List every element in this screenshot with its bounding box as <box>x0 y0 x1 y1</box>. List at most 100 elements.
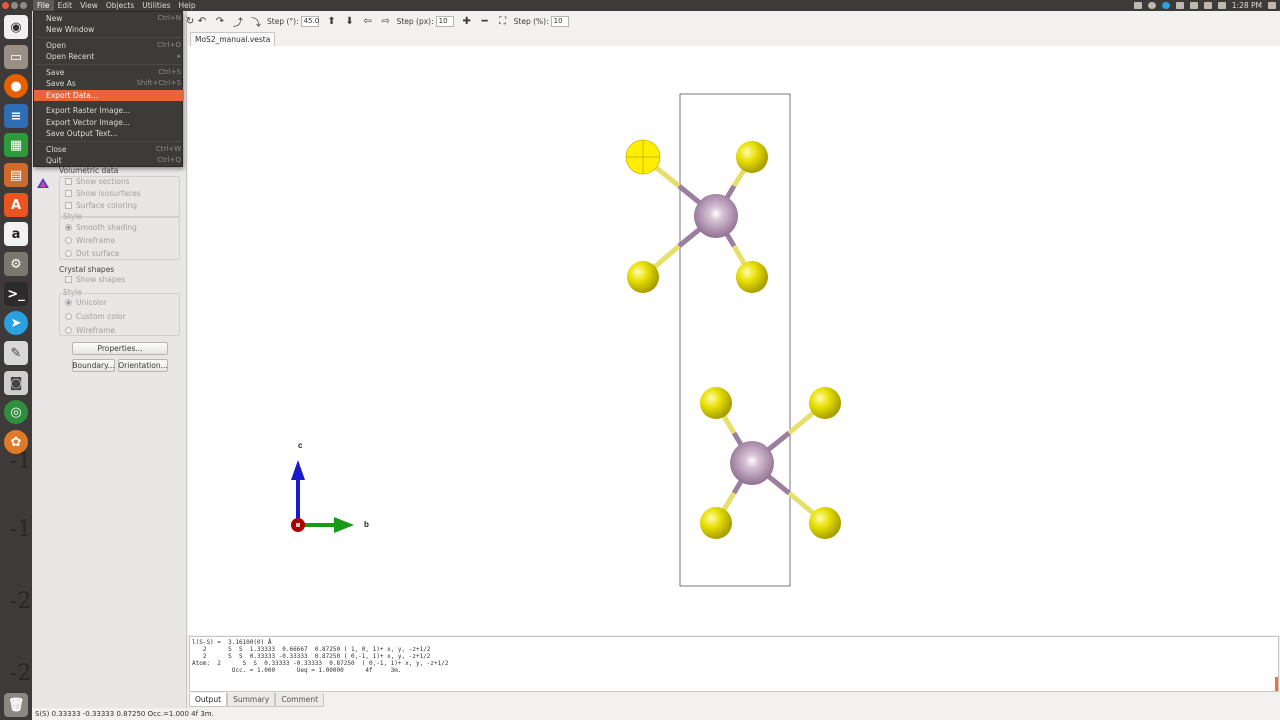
status-bar: S(S) 0.33333 -0.33333 0.87250 Occ.=1.000… <box>32 709 1280 720</box>
document-tab[interactable]: MoS2_manual.vesta <box>190 32 276 46</box>
text-editor-icon[interactable]: ✎ <box>4 341 28 365</box>
terminal-icon[interactable]: >_ <box>4 282 28 306</box>
sulfur-atom[interactable] <box>736 261 768 293</box>
amazon-icon[interactable]: a <box>4 222 28 246</box>
menu-utilities[interactable]: Utilities <box>138 0 174 11</box>
output-text-area[interactable]: l(S-S) = 3.16100(0) Å 2 S S 1.33333 0.66… <box>189 636 1279 692</box>
minimize-window-icon[interactable] <box>11 2 18 9</box>
network-icon[interactable] <box>1175 2 1184 9</box>
properties-button[interactable]: Properties... <box>72 342 168 355</box>
molybdenum-atom[interactable] <box>694 194 738 238</box>
structure-canvas[interactable]: c b <box>188 46 1280 635</box>
menu-item-export-vector-image[interactable]: Export Vector Image... <box>34 117 184 128</box>
rotate-left-icon[interactable]: ↶ <box>196 15 208 27</box>
tab-output[interactable]: Output <box>189 693 228 707</box>
volume-icon[interactable] <box>1217 2 1226 9</box>
menu-file[interactable]: File <box>33 0 54 11</box>
unit-cell-box <box>679 93 791 587</box>
zoom-in-icon[interactable]: ✚ <box>461 15 473 27</box>
firefox-icon[interactable]: ● <box>4 74 28 98</box>
orientation-button[interactable]: Orientation... <box>118 359 168 372</box>
menubar: File Edit View Objects Utilities Help <box>33 0 200 11</box>
menu-item-export-raster-image[interactable]: Export Raster Image... <box>34 105 184 116</box>
rotate-up-icon[interactable]: ⤴ <box>232 15 244 29</box>
menu-item-quit[interactable]: Quit Ctrl+Q <box>34 155 184 166</box>
dropbox-icon[interactable] <box>1133 2 1142 9</box>
move-down-icon[interactable]: ⬇ <box>344 15 356 27</box>
trash-icon[interactable]: 🗑 <box>4 693 28 717</box>
system-tray: 1:28 PM <box>1133 0 1276 11</box>
menu-item-new[interactable]: New Ctrl+N <box>34 13 184 24</box>
wireframe-radio[interactable]: Wireframe <box>65 236 115 245</box>
sulfur-atom[interactable] <box>809 507 841 539</box>
calc-icon[interactable]: ▦ <box>4 133 28 157</box>
writer-icon[interactable]: ≡ <box>4 104 28 128</box>
menu-view[interactable]: View <box>76 0 102 11</box>
step-px-input[interactable]: 10 <box>435 15 454 27</box>
menu-item-save-output-text[interactable]: Save Output Text... <box>34 128 184 139</box>
telegram-icon[interactable] <box>1161 2 1170 9</box>
sync-icon[interactable] <box>1147 2 1156 9</box>
software-center-icon[interactable]: A <box>4 193 28 217</box>
unicolor-radio[interactable]: Unicolor <box>65 298 107 307</box>
surface-coloring-checkbox[interactable]: Surface coloring <box>65 201 137 210</box>
system-settings-icon[interactable]: ⚙ <box>4 252 28 276</box>
menu-item-export-data[interactable]: Export Data... <box>34 90 184 101</box>
menu-edit[interactable]: Edit <box>54 0 77 11</box>
smooth-shading-radio[interactable]: Smooth shading <box>65 223 137 232</box>
dash-icon[interactable]: ◉ <box>4 15 28 39</box>
dot-surface-radio[interactable]: Dot surface <box>65 249 119 258</box>
menu-item-close[interactable]: Close Ctrl+W <box>34 144 184 155</box>
maximize-window-icon[interactable] <box>20 2 27 9</box>
move-up-icon[interactable]: ⬆ <box>326 15 338 27</box>
menu-item-save-as[interactable]: Save As Shift+Ctrl+S <box>34 78 184 89</box>
window-controls <box>2 2 27 9</box>
show-shapes-checkbox[interactable]: Show shapes <box>65 275 125 284</box>
rotate-right-icon[interactable]: ↷ <box>214 15 226 27</box>
close-window-icon[interactable] <box>2 2 9 9</box>
bluetooth-icon[interactable] <box>1203 2 1212 9</box>
crystal-wireframe-radio[interactable]: Wireframe <box>65 326 115 335</box>
menu-item-new-window[interactable]: New Window <box>34 24 184 35</box>
structure-view[interactable]: c b <box>188 46 1280 635</box>
sulfur-atom[interactable] <box>627 261 659 293</box>
clock[interactable]: 1:28 PM <box>1232 0 1262 11</box>
sulfur-atom[interactable] <box>700 387 732 419</box>
molybdenum-atom[interactable] <box>730 441 774 485</box>
background-text: -2 <box>10 661 32 686</box>
tab-summary[interactable]: Summary <box>227 693 276 707</box>
step-deg-input[interactable]: 45.0 <box>300 15 319 27</box>
menu-help[interactable]: Help <box>174 0 199 11</box>
files-icon[interactable]: ▭ <box>4 45 28 69</box>
tab-comment[interactable]: Comment <box>275 693 325 707</box>
move-left-icon[interactable]: ⇦ <box>362 15 374 27</box>
rotate-down-icon[interactable]: ⤵ <box>250 15 262 29</box>
menu-item-open[interactable]: Open Ctrl+O <box>34 40 184 51</box>
menu-objects[interactable]: Objects <box>102 0 138 11</box>
telegram-launcher-icon[interactable]: ➤ <box>4 311 28 335</box>
chrome-icon[interactable]: ◎ <box>4 400 28 424</box>
toolbar: ↻ ↶ ↷ ⤴ ⤵ Step (°): 45.0 ⬆ ⬇ ⇦ ⇨ Step (p… <box>186 11 1280 31</box>
zoom-out-icon[interactable]: ━ <box>479 15 491 27</box>
selected-sulfur-atom[interactable] <box>625 139 661 175</box>
rotate-partial-icon[interactable]: ↻ <box>186 15 194 27</box>
keyboard-layout-icon[interactable] <box>1189 2 1198 9</box>
fit-view-icon[interactable]: ⛶ <box>497 15 509 27</box>
show-isosurfaces-checkbox[interactable]: Show isosurfaces <box>65 189 141 198</box>
move-right-icon[interactable]: ⇨ <box>380 15 392 27</box>
boundary-button[interactable]: Boundary... <box>72 359 115 372</box>
menu-separator <box>36 37 182 38</box>
custom-color-radio[interactable]: Custom color <box>65 312 126 321</box>
settings-gear-icon[interactable] <box>1268 2 1276 9</box>
sulfur-atom[interactable] <box>700 507 732 539</box>
output-scrollbar[interactable] <box>1275 677 1278 691</box>
menu-item-open-recent[interactable]: Open Recent ▸ <box>34 51 184 62</box>
show-sections-checkbox[interactable]: Show sections <box>65 177 130 186</box>
sulfur-atom[interactable] <box>736 141 768 173</box>
step-pct-input[interactable]: 10 <box>550 15 569 27</box>
screenshot-icon[interactable]: ◙ <box>4 371 28 395</box>
axis-b-label: b <box>364 520 369 529</box>
menu-item-save[interactable]: Save Ctrl+S <box>34 67 184 78</box>
sulfur-atom[interactable] <box>809 387 841 419</box>
impress-icon[interactable]: ▤ <box>4 163 28 187</box>
